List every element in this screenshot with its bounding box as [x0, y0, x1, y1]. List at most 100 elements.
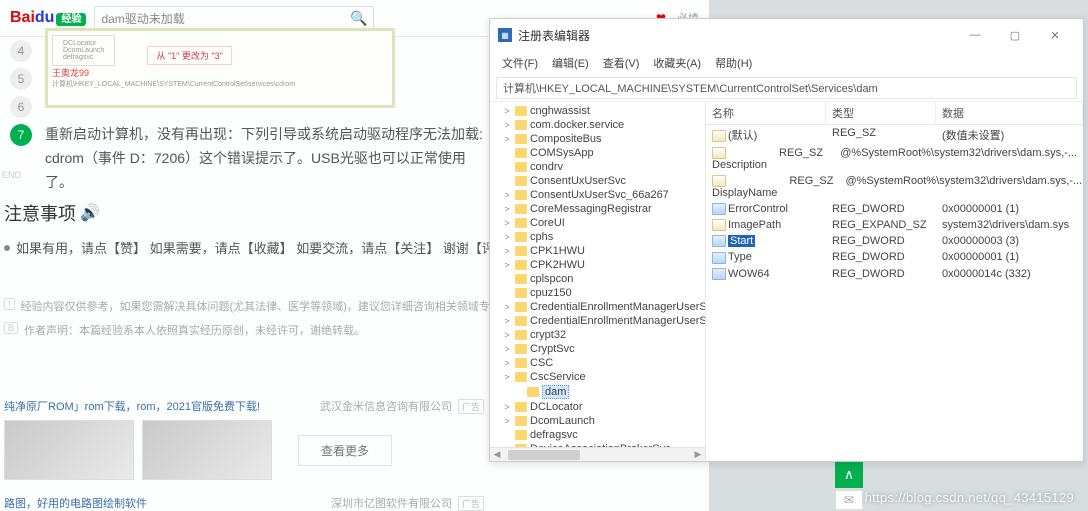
chevron-icon[interactable]: > [502, 344, 512, 354]
tree-item[interactable]: >CredentialEnrollmentManagerUserSvc_ [490, 314, 706, 328]
values-header[interactable]: 名称 类型 数据 [706, 102, 1083, 125]
tree-item[interactable]: cpuz150 [490, 286, 706, 300]
value-row[interactable]: WOW64REG_DWORD0x0000014c (332) [706, 266, 1083, 282]
tree-item[interactable]: >cphs [490, 230, 706, 244]
tree-item[interactable]: >cnghwassist [490, 104, 706, 118]
ad-image-2[interactable] [142, 420, 272, 480]
value-data: system32\drivers\dam.sys [936, 218, 1083, 232]
scroll-left-icon[interactable]: ◀ [490, 449, 504, 460]
menu-favorites[interactable]: 收藏夹(A) [647, 53, 707, 73]
tree-item[interactable]: condrv [490, 160, 706, 174]
chevron-icon[interactable]: > [502, 134, 512, 144]
feedback-button[interactable]: ✉ [835, 490, 863, 510]
tree-item[interactable]: COMSysApp [490, 146, 706, 160]
tree-item[interactable]: ConsentUxUserSvc [490, 174, 706, 188]
folder-icon [515, 232, 527, 242]
sound-icon[interactable]: 🔊 [80, 203, 100, 223]
tree-item[interactable]: >com.docker.service [490, 118, 706, 132]
scroll-to-top-button[interactable]: ∧ [835, 460, 863, 488]
value-type-icon [712, 268, 726, 280]
value-name: ImagePath [728, 219, 781, 231]
tree-item[interactable]: dam [490, 384, 706, 400]
ad-link-2[interactable]: 路图，好用的电路图绘制软件 [4, 495, 147, 511]
address-bar[interactable]: 计算机\HKEY_LOCAL_MACHINE\SYSTEM\CurrentCon… [496, 77, 1077, 99]
menu-edit[interactable]: 编辑(E) [546, 53, 595, 73]
value-row[interactable]: ImagePathREG_EXPAND_SZsystem32\drivers\d… [706, 217, 1083, 233]
ad-image-1[interactable] [4, 420, 134, 480]
chevron-icon[interactable]: > [502, 372, 512, 382]
chevron-icon[interactable]: > [502, 302, 512, 312]
value-row[interactable]: DescriptionREG_SZ@%SystemRoot%\system32\… [706, 145, 1083, 173]
scroll-right-icon[interactable]: ▶ [691, 449, 705, 460]
search-input[interactable] [101, 11, 350, 25]
chevron-icon[interactable]: > [502, 358, 512, 368]
scroll-thumb[interactable] [508, 450, 580, 460]
chevron-icon[interactable]: > [502, 204, 512, 214]
chevron-icon[interactable]: > [502, 330, 512, 340]
chevron-icon[interactable]: > [502, 246, 512, 256]
baidu-logo[interactable]: Baidu经验 [10, 9, 86, 27]
tree-item[interactable]: >crypt32 [490, 328, 706, 342]
tree-item[interactable]: >CSC [490, 356, 706, 370]
search-box[interactable]: 🔍 [94, 6, 374, 30]
tree-item-label: condrv [530, 161, 563, 173]
chevron-icon[interactable]: > [502, 402, 512, 412]
chevron-icon[interactable]: > [502, 106, 512, 116]
value-row[interactable]: TypeREG_DWORD0x00000001 (1) [706, 249, 1083, 265]
tree-item[interactable]: >CPK1HWU [490, 244, 706, 258]
value-row[interactable]: (默认)REG_SZ(数值未设置) [706, 125, 1083, 145]
value-type-icon [712, 203, 726, 215]
value-type: REG_DWORD [826, 234, 936, 248]
close-button[interactable]: ✕ [1035, 24, 1075, 46]
chevron-icon[interactable]: > [502, 232, 512, 242]
folder-icon [515, 260, 527, 270]
title-bar[interactable]: ▦ 注册表编辑器 — ▢ ✕ [490, 19, 1083, 51]
values-pane[interactable]: 名称 类型 数据 (默认)REG_SZ(数值未设置)DescriptionREG… [706, 102, 1083, 461]
col-type[interactable]: 类型 [826, 102, 936, 124]
embedded-screenshot[interactable]: DCLocator DcomLaunch defragsvc 从 "1" 更改为… [45, 28, 395, 108]
tree-item[interactable]: cplspcon [490, 272, 706, 286]
value-type-icon [712, 219, 726, 231]
step-6[interactable]: 6 [10, 96, 32, 118]
step-7[interactable]: 7 [10, 124, 32, 146]
minimize-button[interactable]: — [955, 24, 995, 46]
more-link[interactable]: 查看更多 [298, 435, 392, 466]
ad-info-2: 深圳市亿图软件有限公司 [331, 495, 452, 511]
menu-view[interactable]: 查看(V) [597, 53, 646, 73]
tree-item[interactable]: >CredentialEnrollmentManagerUserSvc [490, 300, 706, 314]
tree-item[interactable]: >ConsentUxUserSvc_66a267 [490, 188, 706, 202]
search-icon[interactable]: 🔍 [350, 10, 367, 27]
tree-item[interactable]: >DCLocator [490, 400, 706, 414]
ad-link-1[interactable]: 纯净原厂ROM」rom下载，rom，2021官版免费下载! [4, 398, 260, 414]
tree-item[interactable]: >CPK2HWU [490, 258, 706, 272]
chevron-icon[interactable]: > [502, 416, 512, 426]
menu-help[interactable]: 帮助(H) [709, 53, 758, 73]
col-name[interactable]: 名称 [706, 102, 826, 124]
tree-item[interactable]: >DcomLaunch [490, 414, 706, 428]
chevron-icon[interactable]: > [502, 260, 512, 270]
col-data[interactable]: 数据 [936, 102, 1083, 124]
value-row[interactable]: DisplayNameREG_SZ@%SystemRoot%\system32\… [706, 173, 1083, 201]
tree-item[interactable]: >CscService [490, 370, 706, 384]
folder-icon [515, 246, 527, 256]
tree-item[interactable]: >CoreMessagingRegistrar [490, 202, 706, 216]
tree-item[interactable]: >CompositeBus [490, 132, 706, 146]
chevron-icon[interactable]: > [502, 316, 512, 326]
chevron-icon[interactable]: > [502, 190, 512, 200]
chevron-icon[interactable]: > [502, 120, 512, 130]
menu-file[interactable]: 文件(F) [496, 53, 544, 73]
note-badge-2: B [4, 322, 18, 334]
folder-icon [527, 387, 539, 397]
tree-pane[interactable]: >cnghwassist>com.docker.service>Composit… [490, 102, 706, 461]
note-1-text: 经验内容仅供参考，如果您需解决具体问题(尤其法律、医学等领域)，建议您详细咨询相… [21, 298, 534, 314]
tree-horizontal-scrollbar[interactable]: ◀ ▶ [490, 447, 705, 461]
chevron-icon[interactable]: > [502, 218, 512, 228]
step-5[interactable]: 5 [10, 68, 32, 90]
tree-item[interactable]: defragsvc [490, 428, 706, 442]
tree-item[interactable]: >CryptSvc [490, 342, 706, 356]
maximize-button[interactable]: ▢ [995, 24, 1035, 46]
value-row[interactable]: ErrorControlREG_DWORD0x00000001 (1) [706, 201, 1083, 217]
step-4[interactable]: 4 [10, 40, 32, 62]
tree-item[interactable]: >CoreUI [490, 216, 706, 230]
value-row[interactable]: StartREG_DWORD0x00000003 (3) [706, 233, 1083, 249]
